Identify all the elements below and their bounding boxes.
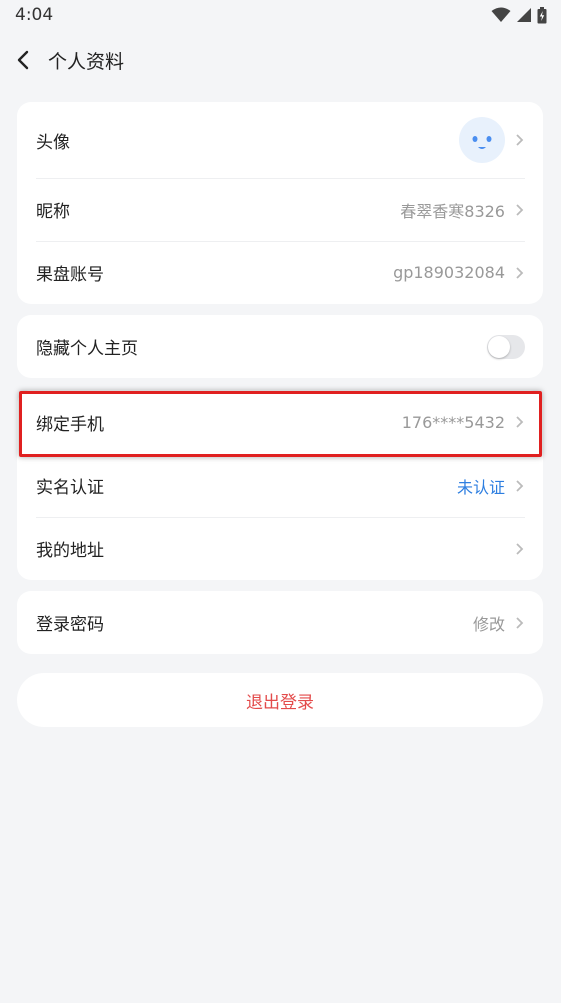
privacy-card: 隐藏个人主页 xyxy=(17,315,543,378)
nickname-label: 昵称 xyxy=(36,202,70,222)
bind-phone-value: 176****5432 xyxy=(401,412,505,432)
account-value: gp189032084 xyxy=(393,263,505,282)
page-title: 个人资料 xyxy=(48,50,125,73)
hide-homepage-toggle[interactable] xyxy=(487,334,525,359)
logout-button[interactable]: 退出登录 xyxy=(17,673,543,727)
chevron-right-icon xyxy=(516,203,524,216)
hide-homepage-row: 隐藏个人主页 xyxy=(17,315,543,378)
bind-phone-label: 绑定手机 xyxy=(36,414,104,435)
signal-icon xyxy=(517,8,531,22)
real-name-row[interactable]: 实名认证 未认证 xyxy=(17,454,543,517)
back-arrow-icon xyxy=(17,50,29,70)
login-password-row[interactable]: 登录密码 修改 xyxy=(17,591,543,654)
real-name-status: 未认证 xyxy=(456,477,505,497)
avatar xyxy=(459,117,505,163)
avatar-row[interactable]: 头像 xyxy=(17,102,543,178)
back-button[interactable] xyxy=(0,36,46,84)
security-card: 绑定手机 176****5432 实名认证 未认证 我的地址 xyxy=(17,390,543,580)
status-bar: 4:04 xyxy=(0,0,561,30)
profile-card: 头像 昵称 春翠香寒8326 果盘账号 gp189032084 xyxy=(17,102,543,304)
real-name-label: 实名认证 xyxy=(36,478,104,498)
chevron-right-icon xyxy=(516,416,524,428)
hide-homepage-label: 隐藏个人主页 xyxy=(36,339,138,359)
toggle-knob xyxy=(488,335,510,358)
chevron-right-icon xyxy=(516,542,524,555)
my-address-row[interactable]: 我的地址 xyxy=(17,517,543,580)
battery-icon xyxy=(537,6,547,23)
status-icons xyxy=(491,6,547,24)
nickname-row[interactable]: 昵称 春翠香寒8326 xyxy=(17,178,543,241)
chevron-right-icon xyxy=(516,134,524,146)
password-card: 登录密码 修改 xyxy=(17,591,543,654)
status-time: 4:04 xyxy=(15,5,54,25)
account-row[interactable]: 果盘账号 gp189032084 xyxy=(17,241,543,304)
account-label: 果盘账号 xyxy=(36,265,104,285)
login-password-label: 登录密码 xyxy=(36,615,104,635)
my-address-label: 我的地址 xyxy=(36,541,104,561)
nav-bar: 个人资料 xyxy=(0,36,561,84)
avatar-label: 头像 xyxy=(36,132,70,153)
bind-phone-row[interactable]: 绑定手机 176****5432 xyxy=(17,390,543,454)
avatar-face-icon xyxy=(472,136,492,149)
wifi-icon xyxy=(491,7,511,22)
chevron-right-icon xyxy=(516,479,524,492)
chevron-right-icon xyxy=(516,616,524,629)
login-password-value: 修改 xyxy=(472,614,505,634)
chevron-right-icon xyxy=(516,266,524,279)
nickname-value: 春翠香寒8326 xyxy=(400,201,505,221)
